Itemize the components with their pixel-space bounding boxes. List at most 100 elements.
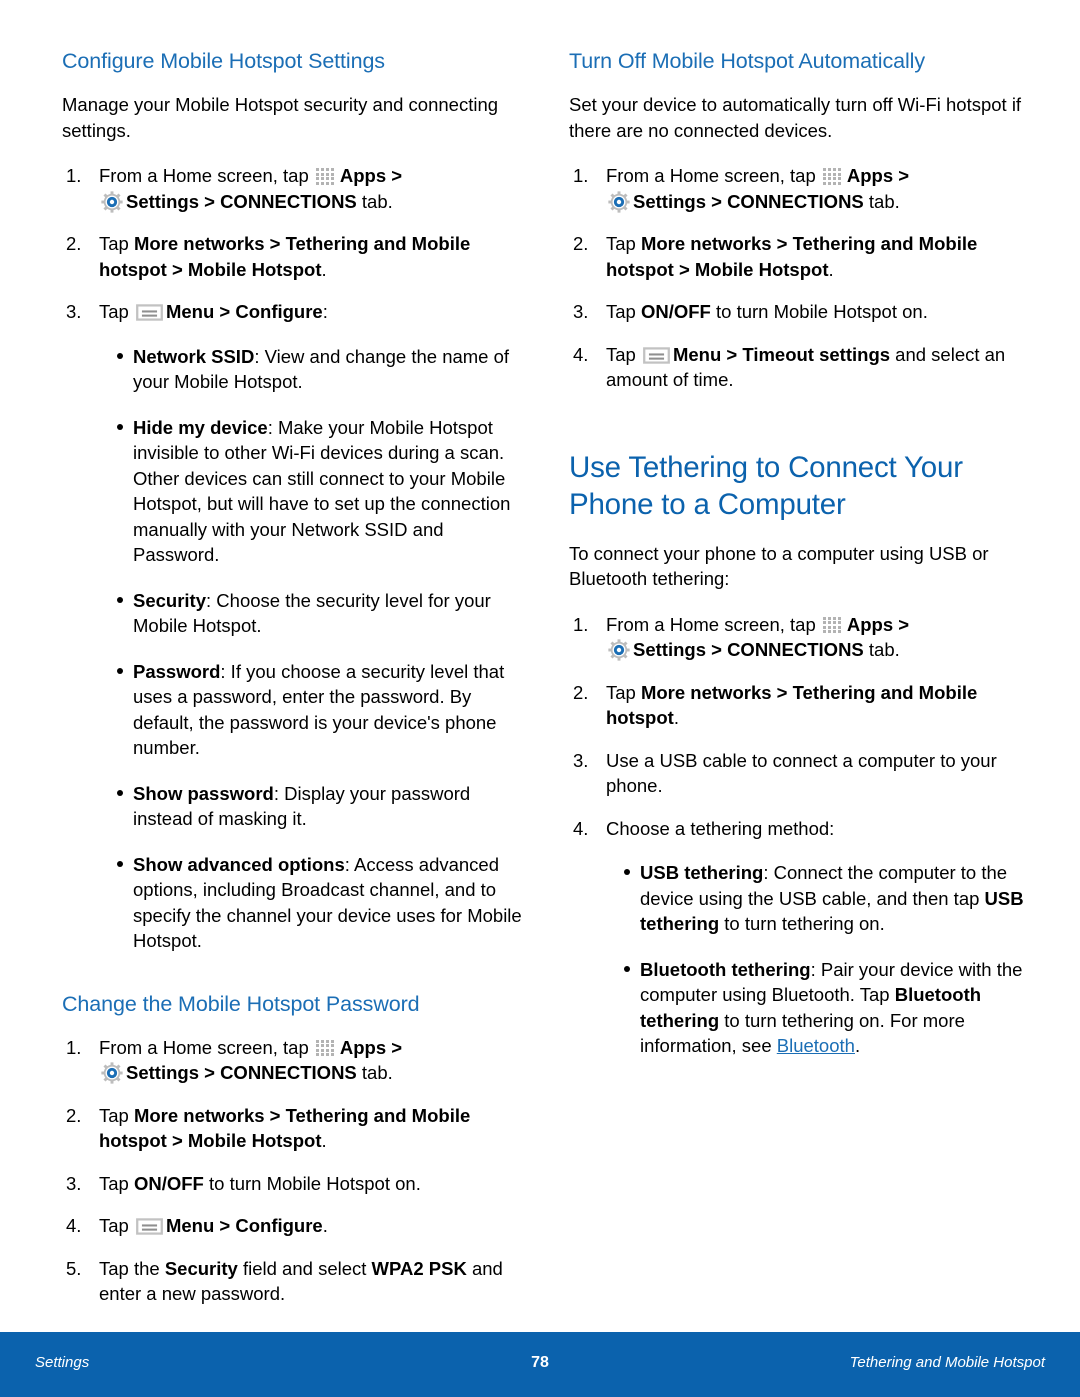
step-number: 3. bbox=[66, 1172, 82, 1194]
bullet-item: Show password: Display your password ins… bbox=[99, 781, 523, 832]
step-item: 1. From a Home screen, tap Apps > Setting… bbox=[66, 1036, 403, 1084]
footer-inner: Settings 78 Tethering and Mobile Hotspot bbox=[0, 1332, 1080, 1397]
bullet-dot-icon bbox=[117, 860, 123, 867]
step-item: 4. Tap Menu > Configure. bbox=[62, 1213, 523, 1239]
bullet-term: Show password bbox=[133, 782, 274, 804]
steps-list-use-tethering: 1. From a Home screen, tap Apps > Setting… bbox=[569, 612, 1030, 1059]
step-number: 1. bbox=[66, 1036, 82, 1058]
left-column: Configure Mobile Hotspot Settings Manage… bbox=[62, 48, 523, 1307]
emphasis-text: ON/OFF bbox=[640, 301, 711, 322]
section-heading-configure-hotspot: Configure Mobile Hotspot Settings bbox=[62, 49, 385, 73]
document-page: Configure Mobile Hotspot Settings Manage… bbox=[0, 0, 1080, 1397]
step-item: 3. Tap ON/OFF to turn Mobile Hotspot on. bbox=[569, 299, 1030, 325]
step-item: 2. Tap More networks > Tethering and Mobi… bbox=[573, 681, 978, 729]
bullet-dot-icon bbox=[624, 869, 630, 875]
step-item: 3. Tap Menu > Configure: Network SSID: Vie… bbox=[62, 299, 523, 954]
footer-right-label: Tethering and Mobile Hotspot bbox=[849, 1354, 1045, 1371]
bullet-term: Network SSID bbox=[133, 345, 255, 367]
bullet-term: Hide my device bbox=[133, 416, 268, 438]
step-number: 5. bbox=[66, 1257, 82, 1279]
gear-icon bbox=[608, 639, 630, 661]
apps-grid-icon bbox=[822, 616, 844, 634]
emphasis-text: Settings > CONNECTIONS bbox=[633, 639, 864, 660]
bullet-item: Network SSID: View and change the name o… bbox=[99, 344, 523, 395]
step-number: 1. bbox=[573, 165, 589, 186]
menu-icon bbox=[136, 1218, 163, 1235]
emphasis-text: More networks > Tethering and Mobile hot… bbox=[606, 233, 978, 280]
emphasis-text: Settings > CONNECTIONS bbox=[126, 1062, 357, 1083]
menu-icon bbox=[136, 304, 163, 321]
emphasis-text: More networks > Tethering and Mobile hot… bbox=[99, 1104, 471, 1152]
emphasis-text: Security bbox=[164, 1257, 238, 1279]
bullet-term: USB tethering bbox=[640, 862, 764, 883]
emphasis-text: WPA2 PSK bbox=[371, 1257, 467, 1279]
bullet-term: Security bbox=[133, 589, 207, 611]
right-column: Turn Off Mobile Hotspot Automatically Se… bbox=[569, 48, 1030, 1307]
page-title-use-tethering: Use Tethering to Connect Your Phone to a… bbox=[569, 450, 963, 521]
gear-icon bbox=[608, 190, 630, 213]
step-number: 1. bbox=[66, 165, 82, 186]
bullet-item: Security: Choose the security level for … bbox=[99, 588, 523, 639]
emphasis-text: Apps > bbox=[846, 165, 910, 186]
bullet-dot-icon bbox=[117, 789, 123, 796]
section-intro-paragraph: Manage your Mobile Hotspot security and … bbox=[62, 94, 499, 141]
step-number: 4. bbox=[66, 1215, 82, 1236]
bullet-dot-icon bbox=[117, 667, 123, 674]
emphasis-text: Apps > bbox=[339, 165, 403, 186]
emphasis-text: Settings > CONNECTIONS bbox=[126, 190, 357, 212]
section-heading-change-password: Change the Mobile Hotspot Password bbox=[62, 991, 420, 1016]
step-number: 1. bbox=[573, 613, 589, 635]
emphasis-text: ON/OFF bbox=[133, 1172, 204, 1194]
step-item: 3. Tap ON/OFF to turn Mobile Hotspot on. bbox=[62, 1171, 523, 1197]
step-item: 1. From a Home screen, tap Apps > Setting… bbox=[66, 165, 403, 213]
emphasis-text: Apps > bbox=[339, 1036, 403, 1058]
emphasis-text: Menu > Configure bbox=[165, 301, 323, 322]
step-number: 3. bbox=[573, 301, 589, 322]
step-number: 4. bbox=[573, 343, 589, 365]
step-item: 2. Tap More networks > Tethering and Mobi… bbox=[573, 233, 978, 280]
bullet-term: Bluetooth tethering bbox=[640, 958, 811, 980]
bullet-item: Password: If you choose a security level… bbox=[99, 659, 523, 761]
menu-icon bbox=[643, 346, 670, 364]
bullet-item: Hide my device: Make your Mobile Hotspot… bbox=[99, 415, 523, 568]
bullet-dot-icon bbox=[117, 423, 123, 430]
emphasis-text: More networks > Tethering and Mobile hot… bbox=[606, 681, 978, 729]
step-number: 2. bbox=[66, 233, 82, 254]
bullet-dot-icon bbox=[117, 596, 123, 603]
step-item: 1. From a Home screen, tap Apps > Setting… bbox=[573, 613, 910, 661]
steps-list-configure-hotspot: 1. From a Home screen, tap Apps > Setting… bbox=[62, 163, 523, 954]
bullet-term: Show advanced options bbox=[133, 853, 345, 875]
steps-list-turn-off-automatically: 1. From a Home screen, tap Apps > Setting… bbox=[569, 163, 1030, 393]
bullet-dot-icon bbox=[117, 352, 123, 359]
step-number: 3. bbox=[573, 749, 589, 771]
bullet-item: USB tethering: Connect the computer to t… bbox=[606, 860, 1030, 937]
steps-list-change-password: 1. From a Home screen, tap Apps > Setting… bbox=[62, 1035, 523, 1307]
cross-reference-link[interactable]: Bluetooth bbox=[777, 1035, 855, 1056]
step-number: 2. bbox=[66, 1104, 82, 1126]
bullet-item: Bluetooth tethering: Pair your device wi… bbox=[606, 957, 1030, 1059]
emphasis-text: Apps > bbox=[846, 613, 910, 635]
apps-grid-icon bbox=[822, 167, 844, 185]
step-item: 2. Tap More networks > Tethering and Mobi… bbox=[66, 1104, 471, 1152]
step-item: 4. Tap Menu > Timeout settings and select… bbox=[573, 343, 1006, 391]
emphasis-text: More networks > Tethering and Mobile hot… bbox=[99, 233, 471, 280]
bullet-term: Password bbox=[133, 660, 221, 682]
bullet-item: Show advanced options: Access advanced o… bbox=[99, 852, 523, 954]
bullet-list: USB tethering: Connect the computer to t… bbox=[606, 860, 1030, 1059]
emphasis-text: USB tethering bbox=[640, 887, 1024, 935]
step-number: 3. bbox=[66, 301, 82, 322]
emphasis-text: Settings > CONNECTIONS bbox=[633, 190, 864, 212]
section-heading-turn-off-automatically: Turn Off Mobile Hotspot Automatically bbox=[569, 49, 925, 73]
emphasis-text: Menu > Configure bbox=[165, 1215, 323, 1236]
gear-icon bbox=[101, 190, 123, 213]
step-number: 4. bbox=[573, 817, 589, 839]
emphasis-text: Menu > Timeout settings bbox=[672, 343, 891, 365]
bullet-dot-icon bbox=[624, 965, 630, 972]
step-item: 4. Choose a tethering method: USB tetherin… bbox=[569, 816, 1030, 1059]
step-number: 2. bbox=[573, 681, 589, 703]
page-footer: Settings 78 Tethering and Mobile Hotspot bbox=[0, 1332, 1080, 1397]
step-item: 1. From a Home screen, tap Apps > Setting… bbox=[573, 165, 910, 213]
step-number: 2. bbox=[573, 233, 589, 254]
step-item: 3. Use a USB cable to connect a computer … bbox=[573, 749, 997, 797]
